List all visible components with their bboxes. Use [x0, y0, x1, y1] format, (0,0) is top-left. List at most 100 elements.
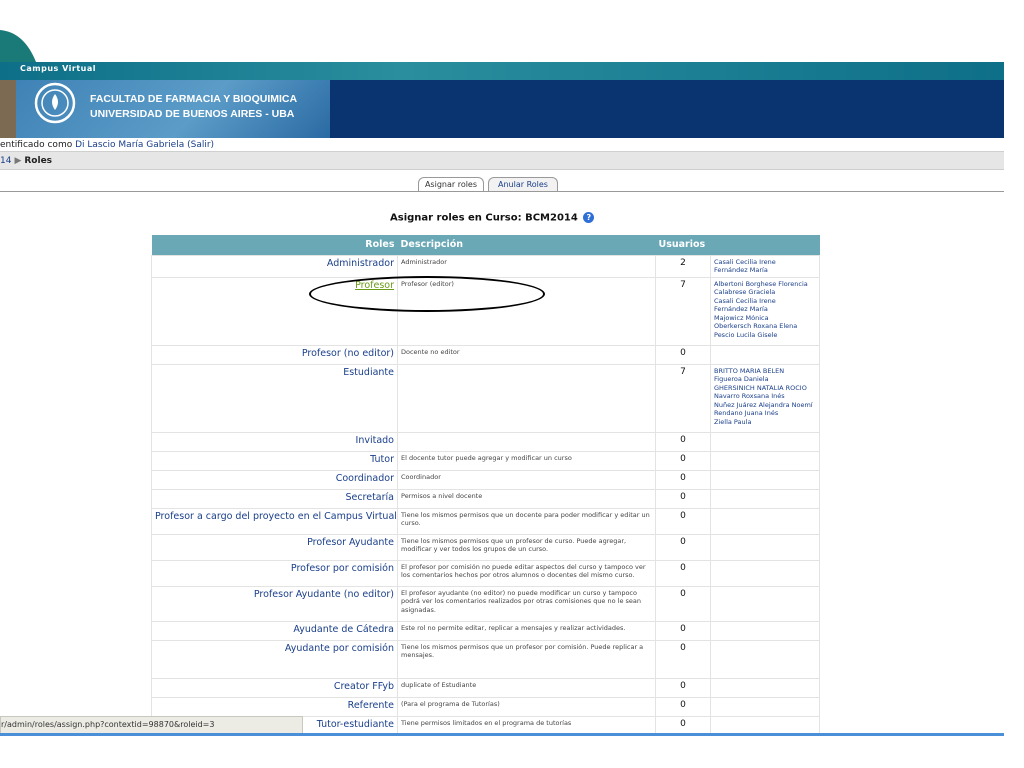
role-link[interactable]: Invitado: [356, 435, 394, 446]
user-count: 0: [655, 620, 711, 641]
banner-photo-strip: [0, 72, 16, 138]
role-link[interactable]: Secretaría: [345, 492, 394, 503]
user-link[interactable]: GHERSINICH NATALIA ROCIO: [714, 384, 816, 393]
role-link[interactable]: Profesor: [355, 280, 394, 291]
user-list: [709, 620, 821, 641]
role-description: duplicate of Estudiante: [397, 677, 656, 698]
role-link[interactable]: Profesor por comisión: [291, 563, 394, 574]
user-link[interactable]: Navarro Roxsana Inés: [714, 392, 816, 401]
table-row: Creator FFyb duplicate of Estudiante 0: [151, 677, 821, 698]
role-cell: Profesor Ayudante (no editor): [151, 585, 398, 622]
role-link[interactable]: Profesor a cargo del proyecto en el Camp…: [155, 511, 397, 522]
table-row: Tutor El docente tutor puede agregar y mo…: [151, 450, 821, 471]
table-row: Invitado 0: [151, 431, 821, 452]
role-link[interactable]: Referente: [348, 700, 394, 711]
roles-table-body: Administrador Administrador 2 Casali Cecili…: [151, 254, 821, 736]
role-description: El docente tutor puede agregar y modific…: [397, 450, 656, 471]
user-count: 0: [655, 469, 711, 490]
user-link[interactable]: Pescio Lucila Gisele: [714, 331, 816, 340]
role-cell: Profesor: [151, 276, 398, 346]
help-icon[interactable]: ?: [583, 212, 595, 223]
table-row: Profesor (no editor) Docente no editor 0: [151, 344, 821, 365]
role-link[interactable]: Ayudante por comisión: [285, 643, 394, 654]
breadcrumb-course-link[interactable]: 14: [0, 156, 11, 166]
user-list: Albertoni Borghese Florencia Calabrese Gr…: [709, 276, 821, 346]
tabs-divider: [0, 191, 1004, 192]
table-row: Coordinador Coordinador 0: [151, 469, 821, 490]
user-link[interactable]: Fernández María: [714, 305, 816, 314]
role-link[interactable]: Estudiante: [343, 367, 394, 378]
user-count: 0: [655, 450, 711, 471]
role-description: Tiene los mismos permisos que un profeso…: [397, 533, 656, 561]
role-link[interactable]: Creator FFyb: [334, 681, 394, 692]
user-link[interactable]: Calabrese Graciela: [714, 288, 816, 297]
role-cell: Ayudante por comisión: [151, 639, 398, 679]
campus-label: Campus Virtual: [20, 64, 96, 73]
tab-unassign-roles[interactable]: Anular Roles: [488, 177, 558, 192]
user-list: [709, 431, 821, 452]
tab-assign-roles[interactable]: Asignar roles: [418, 177, 484, 192]
user-link[interactable]: Di Lascio María Gabriela: [75, 140, 184, 150]
role-link[interactable]: Administrador: [327, 258, 394, 269]
table-row: Profesor Ayudante (no editor) El profesor…: [151, 585, 821, 622]
user-list: [709, 585, 821, 622]
user-link[interactable]: Fernández María: [714, 266, 816, 275]
faculty-name: FACULTAD DE FARMACIA Y BIOQUIMICA: [90, 93, 298, 105]
table-row: Profesor Ayudante Tiene los mismos permis…: [151, 533, 821, 561]
user-link[interactable]: Casali Cecilia Irene: [714, 258, 816, 267]
role-cell: Invitado: [151, 431, 398, 452]
user-count: 7: [655, 363, 711, 433]
role-description: Docente no editor: [397, 344, 656, 365]
role-description: Tiene los mismos permisos que un docente…: [397, 507, 656, 535]
user-link[interactable]: Figueroa Daniela: [714, 375, 816, 384]
header-roles: Roles: [151, 235, 398, 255]
user-count: 7: [655, 276, 711, 346]
user-count: 0: [655, 639, 711, 679]
role-cell: Referente: [151, 696, 398, 717]
table-row: Estudiante 7 BRITTO MARIA BELEN Figueroa Da…: [151, 363, 821, 433]
table-header-row: Roles Descripción Usuarios: [151, 235, 820, 255]
role-cell: Ayudante de Cátedra: [151, 620, 398, 641]
role-description: El profesor ayudante (no editor) no pued…: [397, 585, 656, 622]
role-description: [397, 431, 656, 452]
table-row: Ayudante de Cátedra Este rol no permite e…: [151, 620, 821, 641]
user-link[interactable]: Oberkersch Roxana Elena: [714, 322, 816, 331]
role-link[interactable]: Tutor: [370, 454, 394, 465]
logout-link[interactable]: (Salir): [187, 140, 214, 150]
user-list: [709, 450, 821, 471]
role-link[interactable]: Tutor-estudiante: [317, 719, 394, 730]
user-link[interactable]: Casali Cecilia Irene: [714, 297, 816, 306]
user-list: [709, 559, 821, 587]
user-link[interactable]: Nuñez Juárez Alejandra Noemí: [714, 401, 816, 410]
roles-table: Roles Descripción Usuarios Administrador…: [151, 235, 821, 736]
role-link[interactable]: Coordinador: [336, 473, 394, 484]
user-count: 0: [655, 344, 711, 365]
role-cell: Coordinador: [151, 469, 398, 490]
login-prefix: entificado como: [0, 140, 73, 150]
role-description: Permisos a nivel docente: [397, 488, 656, 509]
role-link[interactable]: Profesor Ayudante (no editor): [254, 589, 394, 600]
role-description: Administrador: [397, 254, 656, 278]
user-link[interactable]: Albertoni Borghese Florencia: [714, 280, 816, 289]
banner-top-strip: Campus Virtual: [0, 62, 1004, 80]
user-link[interactable]: Rendano Juana Inés: [714, 409, 816, 418]
user-count: 0: [655, 488, 711, 509]
header-description: Descripción: [397, 235, 656, 255]
role-cell: Estudiante: [151, 363, 398, 433]
table-row: Referente (Para el programa de Tutorías) 0: [151, 696, 821, 717]
browser-status-bar: r/admin/roles/assign.php?contextid=98870…: [0, 716, 303, 734]
role-cell: Profesor a cargo del proyecto en el Camp…: [151, 507, 398, 535]
user-count: 0: [655, 696, 711, 717]
user-count: 0: [655, 431, 711, 452]
role-link[interactable]: Ayudante de Cátedra: [293, 624, 394, 635]
role-cell: Profesor por comisión: [151, 559, 398, 587]
user-link[interactable]: Ziella Paula: [714, 418, 816, 427]
user-list: [709, 533, 821, 561]
corner-logo-icon: [0, 30, 36, 62]
role-link[interactable]: Profesor Ayudante: [307, 537, 394, 548]
role-description: Este rol no permite editar, replicar a m…: [397, 620, 656, 641]
user-link[interactable]: BRITTO MARIA BELEN: [714, 367, 816, 376]
breadcrumb-separator-icon: ▶: [14, 156, 22, 166]
user-link[interactable]: Majowicz Mónica: [714, 314, 816, 323]
role-link[interactable]: Profesor (no editor): [302, 348, 394, 359]
